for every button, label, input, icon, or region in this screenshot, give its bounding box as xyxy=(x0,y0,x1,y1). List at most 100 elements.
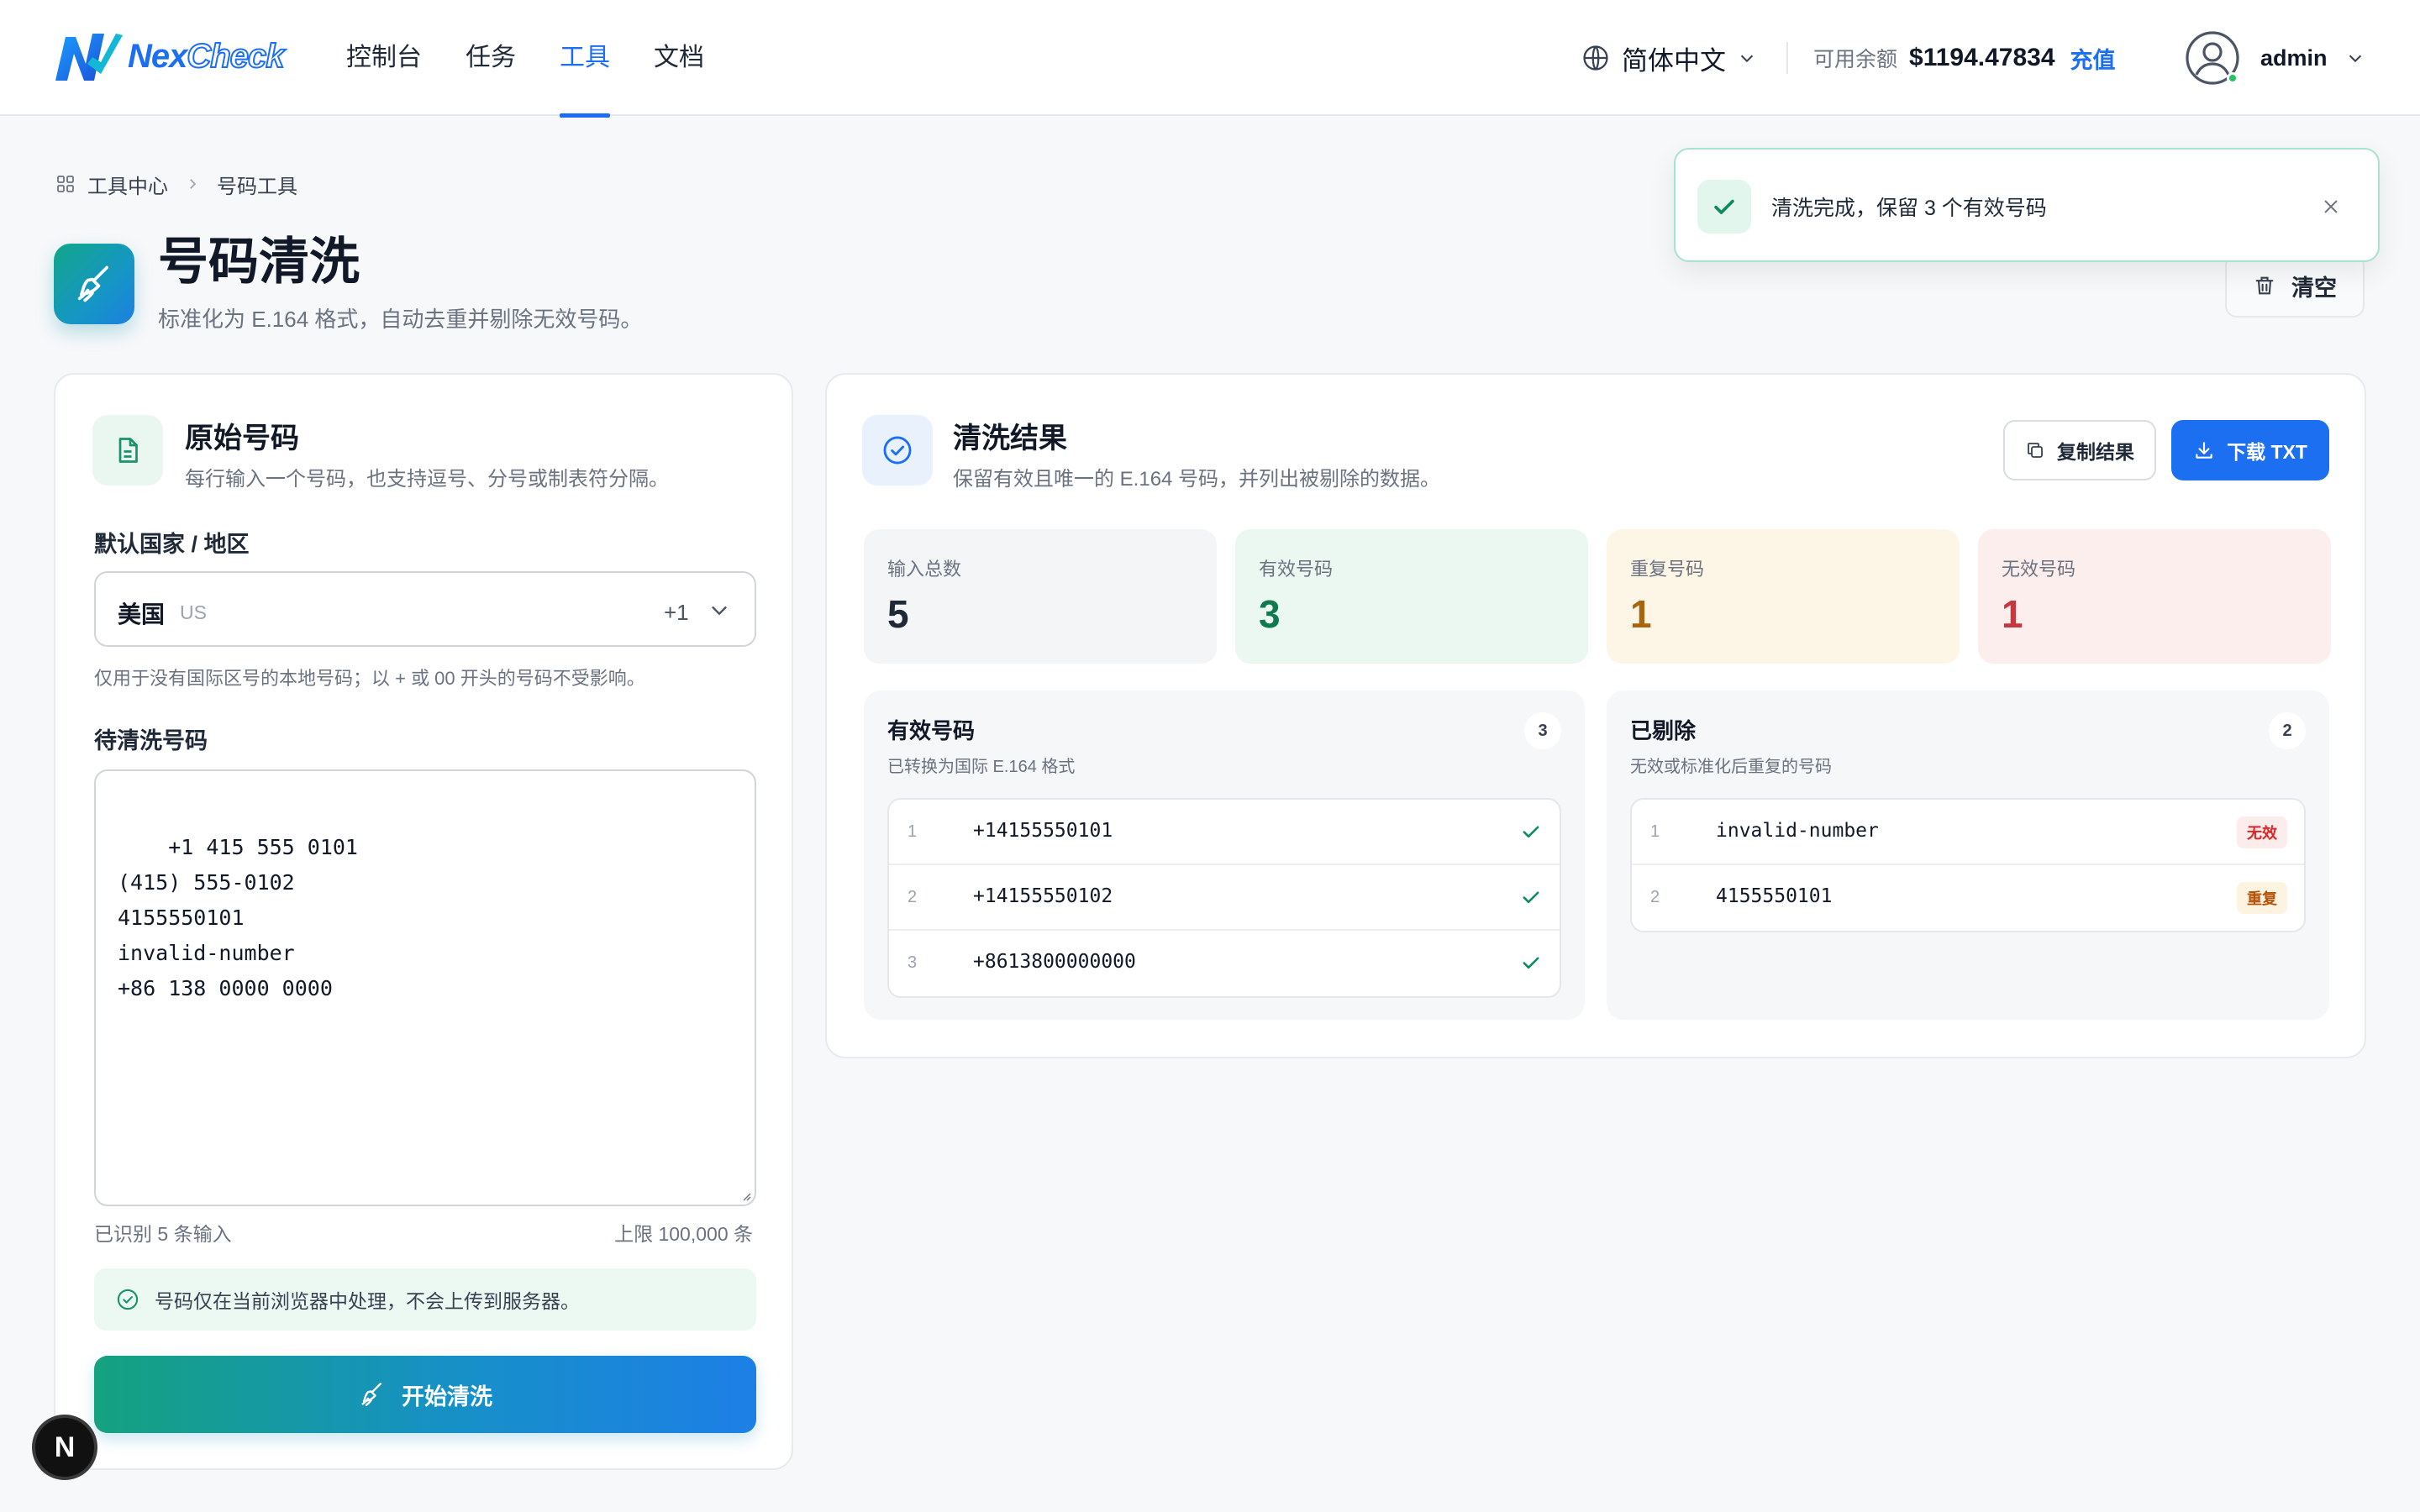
input-card-icon xyxy=(92,415,163,486)
check-circle-icon xyxy=(117,1289,139,1310)
download-txt-button[interactable]: 下载 TXT xyxy=(2171,420,2329,480)
toast-close-button[interactable] xyxy=(2316,192,2346,222)
success-toast: 清洗完成，保留 3 个有效号码 xyxy=(1674,148,2380,262)
list-item: 1 invalid-number 无效 xyxy=(1632,800,2304,865)
chevron-down-icon xyxy=(1740,55,1754,63)
logo-text: NexCheck xyxy=(128,37,285,76)
toast-message: 清洗完成，保留 3 个有效号码 xyxy=(1771,197,2047,220)
row-index: 1 xyxy=(1650,822,1660,841)
result-card-desc: 保留有效且唯一的 E.164 号码，并列出被剔除的数据。 xyxy=(953,468,1441,491)
online-status-dot xyxy=(2227,72,2238,84)
nav-docs[interactable]: 文档 xyxy=(654,0,704,116)
clear-button[interactable]: 清空 xyxy=(2225,254,2365,318)
result-card: 清洗结果 保留有效且唯一的 E.164 号码，并列出被剔除的数据。 复制结果 下… xyxy=(825,373,2366,1058)
input-limit: 上限 100,000 条 xyxy=(614,1223,753,1245)
stat-duplicate-label: 重复号码 xyxy=(1630,559,1705,580)
input-card-title: 原始号码 xyxy=(185,423,299,454)
numbers-text: +1 415 555 0101 (415) 555-0102 415555010… xyxy=(118,835,358,1000)
start-clean-button[interactable]: 开始清洗 xyxy=(94,1356,756,1433)
row-number: +14155550101 xyxy=(973,820,1113,842)
result-card-title: 清洗结果 xyxy=(953,423,1067,454)
stat-invalid: 无效号码 1 xyxy=(1978,529,2331,664)
toast-icon xyxy=(1697,180,1751,234)
valid-numbers-panel: 有效号码 已转换为国际 E.164 格式 3 1 +14155550101 2 … xyxy=(864,690,1585,1020)
check-icon xyxy=(1523,891,1539,904)
stat-invalid-label: 无效号码 xyxy=(2002,559,2076,580)
list-item: 1 +14155550101 xyxy=(889,800,1560,865)
start-clean-label: 开始清洗 xyxy=(402,1383,492,1410)
valid-count-badge: 3 xyxy=(1524,712,1561,749)
stat-duplicate: 重复号码 1 xyxy=(1607,529,1960,664)
broom-title-icon xyxy=(54,244,134,324)
row-index: 1 xyxy=(908,822,918,841)
list-item: 3 +8613800000000 xyxy=(889,931,1560,996)
logo-text-nex: Nex xyxy=(128,37,187,75)
privacy-notice: 号码仅在当前浏览器中处理，不会上传到服务器。 xyxy=(94,1268,756,1331)
check-icon xyxy=(1523,826,1539,838)
globe-icon xyxy=(1583,45,1608,71)
country-select[interactable]: 美国 US +1 xyxy=(94,571,756,647)
balance-label: 可用余额 xyxy=(1813,48,1898,71)
valid-numbers-list: 1 +14155550101 2 +14155550102 3 +8613800… xyxy=(887,798,1561,998)
download-txt-label: 下载 TXT xyxy=(2227,441,2307,463)
trash-icon xyxy=(2255,276,2274,295)
result-card-icon xyxy=(862,415,933,486)
resize-handle-icon[interactable] xyxy=(739,1189,751,1201)
row-number: +14155550102 xyxy=(973,885,1113,907)
logo-mark-icon xyxy=(55,34,123,81)
duplicate-badge: 重复 xyxy=(2237,882,2287,914)
row-number: +8613800000000 xyxy=(973,951,1136,973)
removed-count-badge: 2 xyxy=(2269,712,2306,749)
broom-icon xyxy=(77,265,109,302)
close-icon xyxy=(2324,200,2338,213)
numbers-textarea[interactable]: +1 415 555 0101 (415) 555-0102 415555010… xyxy=(94,769,756,1206)
page-subtitle: 标准化为 E.164 格式，自动去重并剔除无效号码。 xyxy=(158,307,643,332)
document-icon xyxy=(118,438,138,463)
stat-total-value: 5 xyxy=(887,592,909,636)
next-devtools-button[interactable]: N xyxy=(32,1415,97,1480)
top-navbar: NexCheck 控制台 任务 工具 文档 简体中文 可用余额 $1194.47… xyxy=(0,0,2420,118)
check-icon xyxy=(1714,199,1734,214)
user-menu[interactable]: admin xyxy=(2185,30,2365,86)
stat-valid-label: 有效号码 xyxy=(1259,559,1334,580)
breadcrumb: 工具中心 号码工具 xyxy=(55,170,297,198)
input-card: 原始号码 每行输入一个号码，也支持逗号、分号或制表符分隔。 默认国家 / 地区 … xyxy=(54,373,793,1470)
input-card-desc: 每行输入一个号码，也支持逗号、分号或制表符分隔。 xyxy=(185,468,669,491)
language-switcher[interactable]: 简体中文 xyxy=(1581,39,1768,77)
avatar xyxy=(2185,30,2240,86)
balance-amount: $1194.47834 xyxy=(1909,44,2055,71)
header-divider xyxy=(1786,42,1788,74)
stat-valid: 有效号码 3 xyxy=(1235,529,1588,664)
recognized-count: 已识别 5 条输入 xyxy=(94,1223,232,1245)
username: admin xyxy=(2260,45,2328,71)
chevron-right-icon xyxy=(190,179,197,189)
row-index: 2 xyxy=(908,888,918,906)
row-number: invalid-number xyxy=(1716,820,1879,842)
stat-invalid-value: 1 xyxy=(2002,592,2023,636)
list-item: 2 +14155550102 xyxy=(889,865,1560,931)
removed-panel-title: 已剔除 xyxy=(1630,718,1697,743)
nav-tasks[interactable]: 任务 xyxy=(466,0,516,116)
numbers-label: 待清洗号码 xyxy=(94,728,208,753)
copy-result-button[interactable]: 复制结果 xyxy=(2003,420,2156,480)
copy-icon xyxy=(2028,443,2043,458)
topup-link[interactable]: 充值 xyxy=(2070,42,2116,75)
list-item: 2 4155550101 重复 xyxy=(1632,865,2304,931)
clear-button-label: 清空 xyxy=(2291,275,2337,301)
row-index: 3 xyxy=(908,953,918,972)
download-icon xyxy=(2196,442,2212,459)
chevron-down-icon xyxy=(712,606,727,616)
nav-tools[interactable]: 工具 xyxy=(560,0,610,118)
logo[interactable]: NexCheck xyxy=(54,30,285,82)
stat-valid-value: 3 xyxy=(1259,592,1281,636)
nav-dashboard[interactable]: 控制台 xyxy=(346,0,422,116)
valid-panel-title: 有效号码 xyxy=(887,718,976,743)
valid-panel-subtitle: 已转换为国际 E.164 格式 xyxy=(887,758,1076,776)
removed-numbers-panel: 已剔除 无效或标准化后重复的号码 2 1 invalid-number 无效 2… xyxy=(1607,690,2329,1020)
removed-panel-subtitle: 无效或标准化后重复的号码 xyxy=(1630,758,1832,776)
row-index: 2 xyxy=(1650,888,1660,906)
country-dial-code: +1 xyxy=(664,600,689,625)
check-icon xyxy=(1523,957,1539,969)
main-nav: 控制台 任务 工具 文档 xyxy=(346,0,748,118)
breadcrumb-tool-center[interactable]: 工具中心 xyxy=(87,170,168,199)
